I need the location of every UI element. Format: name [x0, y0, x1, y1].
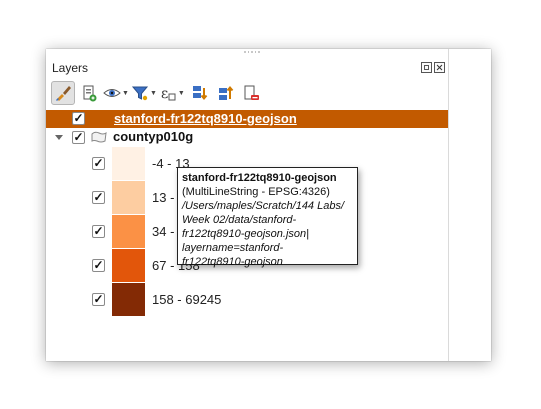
filter-expression-button[interactable]: ε ▼	[159, 81, 185, 105]
manage-visibility-button[interactable]: ▼	[103, 81, 129, 105]
add-group-button[interactable]	[77, 81, 101, 105]
expand-all-icon	[192, 86, 208, 101]
layer-tooltip: stanford-fr122tq8910-geojson (MultiLineS…	[177, 167, 358, 268]
panel-title: Layers	[52, 61, 89, 75]
tooltip-path: /Users/maples/Scratch/144 Labs/ Week 02/…	[182, 199, 353, 269]
chevron-down-icon: ▼	[122, 89, 129, 97]
tooltip-path-line: fr122tq8910-geojson.json|	[182, 228, 310, 240]
svg-text:ε: ε	[161, 86, 168, 102]
tooltip-path-line: /Users/maples/Scratch/144 Labs/	[182, 200, 345, 212]
chevron-down-icon[interactable]	[55, 135, 63, 140]
legend-checkbox[interactable]: ✓	[92, 191, 105, 204]
legend-checkbox[interactable]: ✓	[92, 259, 105, 272]
close-icon[interactable]	[434, 62, 445, 73]
drag-grip[interactable]	[244, 51, 260, 55]
legend-item[interactable]: ✓ 158 - 69245	[46, 283, 448, 317]
map-canvas-edge	[448, 49, 491, 361]
tooltip-path-line: Week 02/data/stanford-	[182, 214, 297, 226]
filter-icon	[131, 86, 149, 101]
eye-icon	[103, 89, 121, 97]
polygon-layer-icon	[91, 131, 107, 143]
float-icon[interactable]	[421, 62, 432, 73]
legend-label: 158 - 69245	[152, 292, 222, 307]
layer-name[interactable]: stanford-fr122tq8910-geojson	[114, 111, 297, 126]
collapse-all-button[interactable]	[213, 81, 237, 105]
layer-row-countyp010g[interactable]: ✓ countyp010g	[46, 128, 448, 146]
collapse-all-icon	[218, 85, 234, 100]
expand-all-button[interactable]	[187, 81, 211, 105]
remove-layer-button[interactable]	[239, 81, 263, 105]
layer-row-stanford[interactable]: ✓ stanford-fr122tq8910-geojson	[46, 110, 448, 128]
tooltip-title: stanford-fr122tq8910-geojson	[182, 172, 337, 184]
tooltip-subtitle: (MultiLineString - EPSG:4326)	[182, 186, 330, 198]
chevron-down-icon: ▼	[177, 89, 185, 97]
tooltip-path-line: layername=stanford-	[182, 242, 284, 254]
layer-visibility-checkbox[interactable]: ✓	[72, 131, 85, 144]
epsilon-icon: ε	[161, 86, 176, 102]
paintbrush-icon	[56, 86, 71, 101]
remove-layer-icon	[244, 85, 259, 100]
legend-swatch	[112, 283, 145, 316]
legend-swatch	[112, 249, 145, 282]
layer-name[interactable]: countyp010g	[113, 129, 193, 144]
layer-visibility-checkbox[interactable]: ✓	[72, 112, 85, 125]
chevron-down-icon: ▼	[149, 89, 157, 97]
layers-panel: Layers ▼ ▼ ε ▼ ✓ stanford-fr122tq8910-ge…	[46, 49, 448, 361]
open-layer-styling-button[interactable]	[51, 81, 75, 105]
legend-swatch	[112, 215, 145, 248]
tooltip-path-line: fr122tq8910-geojson	[182, 256, 283, 268]
legend-checkbox[interactable]: ✓	[92, 157, 105, 170]
layers-toolbar: ▼ ▼ ε ▼	[51, 80, 265, 106]
legend-swatch	[112, 147, 145, 180]
legend-swatch	[112, 181, 145, 214]
add-group-icon	[83, 85, 97, 102]
legend-checkbox[interactable]: ✓	[92, 225, 105, 238]
filter-legend-button[interactable]: ▼	[131, 81, 157, 105]
layers-panel-window: Layers ▼ ▼ ε ▼ ✓ stanford-fr122tq8910-ge…	[46, 49, 491, 361]
legend-checkbox[interactable]: ✓	[92, 293, 105, 306]
